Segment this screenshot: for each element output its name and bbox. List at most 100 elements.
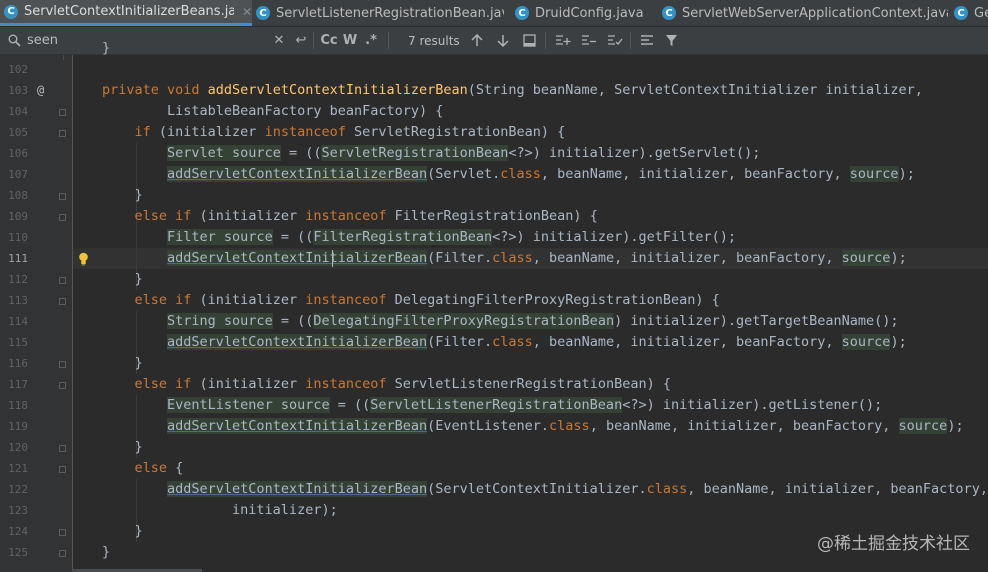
- tab-overflow[interactable]: C Ger: [950, 0, 988, 26]
- watermark: @稀土掘金技术社区: [817, 529, 970, 554]
- tab-label: ServletContextInitializerBeans.java: [24, 4, 234, 19]
- tab-label: ServletListenerRegistrationBean.java: [276, 5, 504, 21]
- tab-label: ServletWebServerApplicationContext.java: [682, 5, 948, 21]
- select-all-occurrences-icon[interactable]: [606, 27, 624, 54]
- tab-label: DruidConfig.java: [535, 5, 644, 21]
- tab-servletcontextinitializerbeans[interactable]: C ServletContextInitializerBeans.java ✕: [0, 0, 252, 26]
- tab-druidconfig[interactable]: C DruidConfig.java: [511, 0, 654, 26]
- line-number: 109: [8, 210, 28, 223]
- words-button[interactable]: W: [342, 27, 358, 54]
- fold-marker[interactable]: [59, 109, 66, 116]
- code-line[interactable]: initializer);: [102, 500, 338, 521]
- find-bar: ✕ ↩ Cc W .* 7 results: [0, 27, 988, 55]
- fold-marker[interactable]: [59, 445, 66, 452]
- editor-tab-bar: C ServletContextInitializerBeans.java ✕ …: [0, 0, 988, 27]
- fold-marker[interactable]: [59, 382, 66, 389]
- line-number: 114: [8, 315, 28, 328]
- text-caret: [332, 250, 333, 267]
- fold-marker[interactable]: [59, 277, 66, 284]
- separator: [313, 32, 314, 49]
- search-results-count: 7 results: [408, 33, 460, 48]
- line-number: 112: [8, 273, 28, 286]
- code-line[interactable]: else {: [102, 458, 184, 479]
- java-class-icon: C: [515, 6, 529, 20]
- fold-marker[interactable]: [59, 298, 66, 305]
- new-line-icon[interactable]: ↩: [294, 27, 308, 54]
- line-number-gutter: 102 103 104 105 106 107 108 109 110 111 …: [0, 55, 73, 572]
- code-line[interactable]: String source = ((DelegatingFilterProxyR…: [102, 311, 899, 332]
- filter-icon[interactable]: [663, 27, 679, 54]
- search-icon[interactable]: [6, 27, 22, 54]
- line-number: 110: [8, 231, 28, 244]
- tab-servletwebserverapplicationcontext[interactable]: C ServletWebServerApplicationContext.jav…: [658, 0, 948, 26]
- lightbulb-icon[interactable]: [77, 248, 89, 269]
- fold-marker[interactable]: [59, 361, 66, 368]
- code-line[interactable]: addServletContextInitializerBean(EventLi…: [102, 416, 964, 437]
- fold-marker[interactable]: [59, 529, 66, 536]
- watermark-text: @稀土掘金技术社区: [817, 534, 970, 554]
- search-input[interactable]: [27, 28, 267, 53]
- code-line[interactable]: addServletContextInitializerBean(Servlet…: [102, 479, 988, 500]
- search-field[interactable]: [27, 27, 267, 54]
- line-number: 117: [8, 378, 28, 391]
- line-number: 102: [8, 63, 28, 76]
- fold-marker[interactable]: [59, 193, 66, 200]
- code-editor[interactable]: 102 103 104 105 106 107 108 109 110 111 …: [0, 40, 988, 572]
- code-line[interactable]: }: [102, 437, 143, 458]
- code-line[interactable]: addServletContextInitializerBean(Filter.…: [102, 332, 907, 353]
- fold-marker[interactable]: [59, 466, 66, 473]
- java-class-icon: C: [256, 6, 270, 20]
- line-number: 111: [8, 252, 28, 265]
- code-line[interactable]: }: [102, 38, 110, 59]
- line-number: 107: [8, 168, 28, 181]
- code-line[interactable]: addServletContextInitializerBean(Filter.…: [102, 248, 907, 269]
- close-icon[interactable]: ✕: [242, 5, 252, 19]
- line-number: 105: [8, 126, 28, 139]
- fold-marker[interactable]: [59, 130, 66, 137]
- code-line[interactable]: else if (initializer instanceof ServletL…: [102, 374, 671, 395]
- in-selection-icon[interactable]: [639, 27, 655, 54]
- code-line[interactable]: EventListener source = ((ServletListener…: [102, 395, 882, 416]
- separator: [545, 32, 546, 49]
- code-line[interactable]: }: [102, 269, 143, 290]
- tab-servletlistenerregistrationbean[interactable]: C ServletListenerRegistrationBean.java: [252, 0, 504, 26]
- match-case-button[interactable]: Cc: [319, 27, 339, 54]
- code-line[interactable]: addServletContextInitializerBean(Servlet…: [102, 164, 915, 185]
- line-number: 113: [8, 294, 28, 307]
- line-number: 120: [8, 441, 28, 454]
- line-number: 106: [8, 147, 28, 160]
- line-number: 103: [8, 84, 28, 97]
- add-selection-next-icon[interactable]: [554, 27, 572, 54]
- code-line[interactable]: }: [102, 521, 143, 542]
- line-number: 115: [8, 336, 28, 349]
- line-number: 104: [8, 105, 28, 118]
- fold-marker[interactable]: [59, 214, 66, 221]
- code-line[interactable]: }: [102, 542, 110, 563]
- select-all-occurrences-icon[interactable]: [521, 27, 537, 54]
- fold-guide: [63, 55, 64, 60]
- separator: [388, 32, 389, 49]
- tab-label: Ger: [974, 5, 988, 21]
- unselect-occurrence-icon[interactable]: [580, 27, 598, 54]
- next-occurrence-icon[interactable]: [495, 27, 511, 54]
- code-line[interactable]: }: [102, 353, 143, 374]
- line-number: 124: [8, 525, 28, 538]
- code-line[interactable]: Servlet source = ((ServletRegistrationBe…: [102, 143, 760, 164]
- java-class-icon: C: [662, 6, 676, 20]
- line-number: 125: [8, 546, 28, 559]
- previous-occurrence-icon[interactable]: [469, 27, 485, 54]
- override-annotation-icon[interactable]: @: [37, 80, 44, 101]
- line-number: 121: [8, 462, 28, 475]
- code-line[interactable]: if (initializer instanceof ServletRegist…: [102, 122, 566, 143]
- code-line[interactable]: private void addServletContextInitialize…: [102, 80, 923, 101]
- fold-marker[interactable]: [59, 550, 66, 557]
- code-line[interactable]: else if (initializer instanceof FilterRe…: [102, 206, 598, 227]
- code-line[interactable]: Filter source = ((FilterRegistrationBean…: [102, 227, 736, 248]
- code-line[interactable]: }: [102, 185, 143, 206]
- line-number: 116: [8, 357, 28, 370]
- regex-button[interactable]: .*: [363, 27, 379, 54]
- code-line[interactable]: else if (initializer instanceof Delegati…: [102, 290, 720, 311]
- code-line[interactable]: ListableBeanFactory beanFactory) {: [102, 101, 443, 122]
- clear-search-icon[interactable]: ✕: [272, 27, 286, 54]
- java-class-icon: C: [4, 4, 18, 19]
